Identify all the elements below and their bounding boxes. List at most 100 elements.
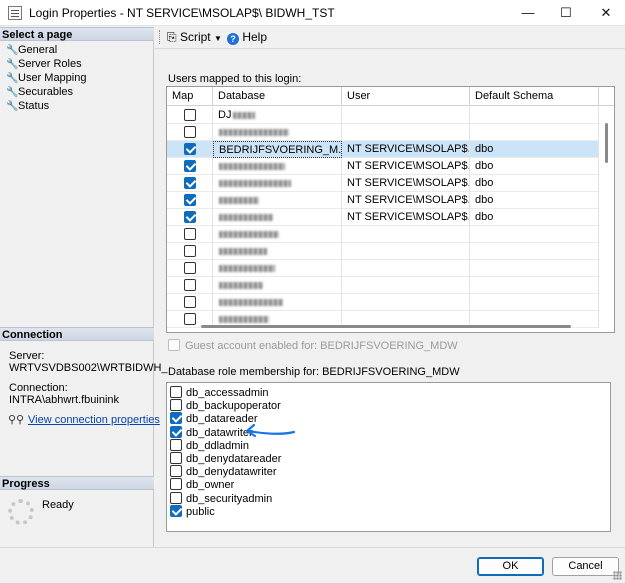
default-schema-cell — [470, 277, 599, 294]
map-cell — [167, 260, 213, 277]
role-item[interactable]: db_denydatareader — [170, 452, 281, 465]
role-item[interactable]: db_owner — [170, 478, 234, 491]
role-checkbox[interactable] — [170, 399, 182, 412]
view-connection-properties-link[interactable]: View connection properties — [28, 414, 160, 426]
server-label: Server: — [9, 350, 45, 362]
table-row[interactable]: NT SERVICE\MSOLAP$... dbo — [167, 192, 599, 209]
guest-account-checkbox[interactable]: Guest account enabled for: BEDRIJFSVOERI… — [168, 339, 458, 352]
map-cell — [167, 277, 213, 294]
sidebar-item-server-roles[interactable]: 🔧Server Roles — [6, 57, 82, 71]
role-item[interactable]: db_accessadmin — [170, 386, 269, 399]
table-row[interactable]: NT SERVICE\MSOLAP$... dbo — [167, 209, 599, 226]
sidebar-item-general[interactable]: 🔧General — [6, 43, 57, 57]
role-membership-list: db_accessadmin db_backupoperator db_datare… — [166, 382, 611, 532]
resize-grip[interactable] — [613, 571, 622, 580]
close-button[interactable]: ✕ — [586, 0, 625, 26]
map-checkbox[interactable] — [184, 109, 196, 121]
scrollbar-thumb[interactable] — [605, 123, 608, 163]
chevron-down-icon[interactable]: ▼ — [214, 34, 222, 43]
map-checkbox[interactable] — [184, 126, 196, 138]
default-schema-cell — [470, 243, 599, 260]
table-row[interactable] — [167, 294, 599, 311]
redacted-text — [219, 214, 273, 221]
redacted-text — [219, 248, 267, 255]
server-value: WRTVSVDBS002\WRTBIDWH_ — [9, 362, 168, 374]
column-header-database[interactable]: Database — [213, 87, 342, 106]
sidebar-item-user-mapping[interactable]: 🔧User Mapping — [6, 71, 86, 85]
wrench-icon: 🔧 — [6, 73, 19, 84]
connection-label: Connection: — [9, 382, 68, 394]
table-row[interactable] — [167, 277, 599, 294]
role-item[interactable]: db_backupoperator — [170, 399, 281, 412]
table-row[interactable] — [167, 260, 599, 277]
database-cell: BEDRIJFSVOERING_M... — [213, 141, 342, 158]
map-checkbox[interactable] — [184, 177, 196, 189]
role-checkbox[interactable] — [170, 438, 182, 451]
role-label: db_owner — [186, 479, 235, 492]
table-row[interactable]: DJ — [167, 107, 599, 124]
window-icon — [8, 6, 22, 20]
table-row[interactable] — [167, 226, 599, 243]
role-checkbox[interactable] — [170, 504, 182, 517]
role-checkbox[interactable] — [170, 491, 182, 504]
role-label: db_denydatawriter — [186, 466, 277, 479]
script-button[interactable]: ⎘ Script ▼ — [167, 30, 222, 45]
redacted-text — [219, 282, 263, 289]
table-row[interactable]: NT SERVICE\MSOLAP$... dbo — [167, 175, 599, 192]
map-cell — [167, 141, 213, 158]
maximize-button[interactable]: ☐ — [546, 0, 586, 26]
role-checkbox[interactable] — [170, 465, 182, 478]
annotation-arrow-icon — [245, 423, 296, 438]
column-header-default-schema[interactable]: Default Schema — [470, 87, 599, 106]
table-row[interactable]: NT SERVICE\MSOLAP$... dbo — [167, 158, 599, 175]
role-item[interactable]: db_ddladmin — [170, 438, 249, 452]
role-checkbox[interactable] — [170, 425, 182, 438]
map-checkbox[interactable] — [184, 228, 196, 240]
role-item[interactable]: db_denydatawriter — [170, 465, 277, 478]
help-button[interactable]: ? Help — [227, 30, 267, 45]
role-item[interactable]: public — [170, 504, 215, 518]
table-row[interactable] — [167, 124, 599, 141]
default-schema-cell: dbo — [470, 158, 599, 175]
role-checkbox[interactable] — [170, 412, 182, 425]
vertical-scrollbar[interactable] — [600, 107, 614, 332]
map-checkbox[interactable] — [184, 211, 196, 223]
checkbox[interactable] — [168, 339, 180, 351]
grid-header: Map Database User Default Schema — [167, 87, 614, 106]
map-checkbox[interactable] — [184, 279, 196, 291]
connection-properties-icon: ⚲⚲ — [8, 414, 25, 426]
role-checkbox[interactable] — [170, 452, 182, 464]
map-checkbox[interactable] — [184, 143, 196, 155]
role-item[interactable]: db_securityadmin — [170, 491, 272, 505]
column-header-map[interactable]: Map — [167, 87, 213, 106]
minimize-button[interactable]: — — [508, 0, 548, 26]
role-label: db_ddladmin — [186, 439, 249, 452]
horizontal-scrollbar[interactable] — [167, 321, 599, 332]
table-row[interactable] — [167, 243, 599, 260]
role-checkbox[interactable] — [170, 386, 182, 398]
progress-header: Progress — [0, 476, 154, 490]
user-cell: NT SERVICE\MSOLAP$... — [342, 158, 470, 175]
map-checkbox[interactable] — [184, 194, 196, 206]
map-checkbox[interactable] — [184, 296, 196, 308]
role-checkbox[interactable] — [170, 478, 182, 491]
ok-button[interactable]: OK — [477, 557, 544, 576]
sidebar-item-securables[interactable]: 🔧Securables — [6, 85, 73, 99]
map-checkbox[interactable] — [184, 160, 196, 172]
role-item[interactable]: db_datawriter — [170, 425, 253, 439]
map-cell — [167, 226, 213, 243]
user-cell — [342, 294, 470, 311]
map-checkbox[interactable] — [184, 245, 196, 257]
table-row[interactable]: BEDRIJFSVOERING_M... NT SERVICE\MSOLAP$..… — [167, 141, 599, 158]
scrollbar-thumb[interactable] — [201, 325, 571, 328]
toolbar-grip — [159, 30, 161, 44]
user-cell — [342, 277, 470, 294]
map-cell — [167, 209, 213, 226]
map-checkbox[interactable] — [184, 262, 196, 274]
sidebar-item-status[interactable]: 🔧Status — [6, 99, 49, 113]
column-header-user[interactable]: User — [342, 87, 470, 106]
user-cell: NT SERVICE\MSOLAP$... — [342, 209, 470, 226]
user-cell — [342, 107, 470, 124]
cancel-button[interactable]: Cancel — [552, 557, 619, 576]
map-cell — [167, 192, 213, 209]
